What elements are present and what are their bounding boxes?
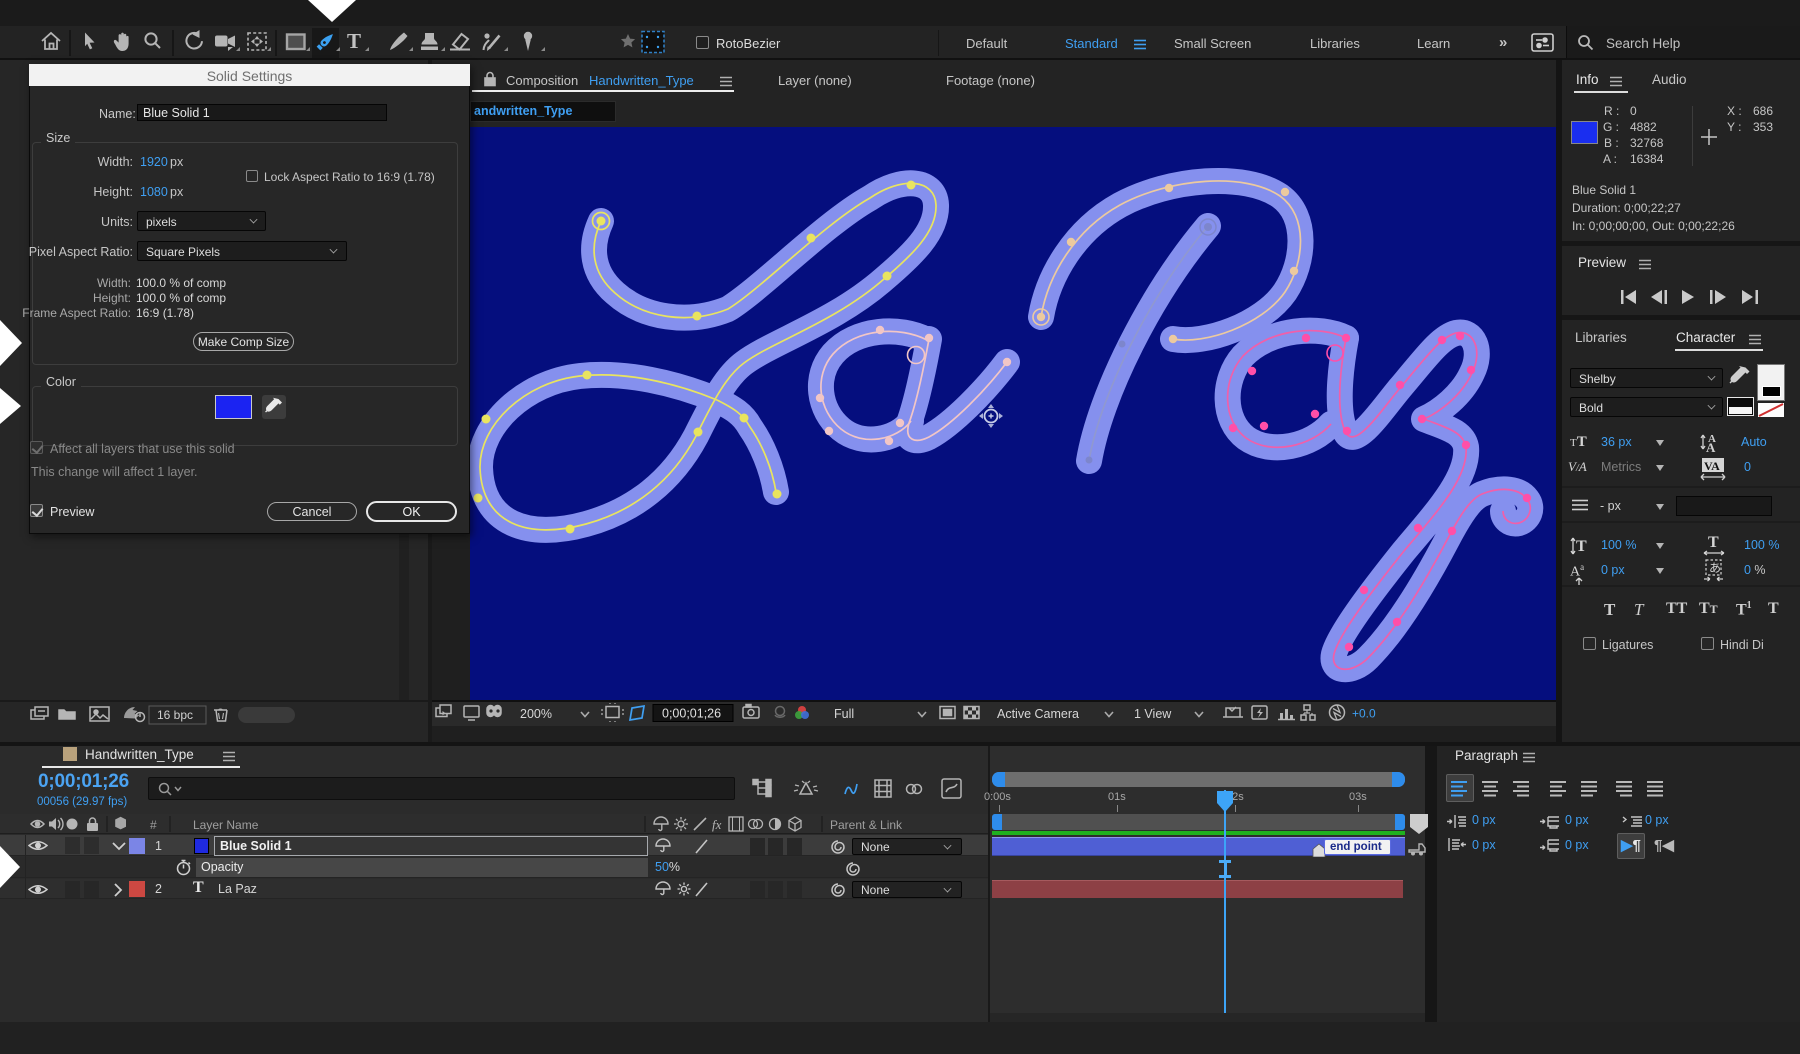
svg-text:T: T <box>1576 538 1587 555</box>
svg-text:0;00;01;26: 0;00;01;26 <box>662 707 721 721</box>
svg-text:T: T <box>347 29 361 53</box>
svg-text:T: T <box>1708 534 1719 551</box>
svg-text:+0.0: +0.0 <box>1352 707 1376 721</box>
svg-text:Parent & Link: Parent & Link <box>830 818 903 832</box>
svg-text:16 bpc: 16 bpc <box>157 708 193 722</box>
svg-text:あ: あ <box>1709 561 1721 575</box>
svg-text:1 View: 1 View <box>1134 707 1172 721</box>
svg-text:200%: 200% <box>520 707 552 721</box>
svg-text:A: A <box>1706 440 1716 454</box>
svg-text:Active Camera: Active Camera <box>997 707 1079 721</box>
svg-text:Full: Full <box>834 707 854 721</box>
svg-text:Layer Name: Layer Name <box>193 818 259 832</box>
svg-text:#: # <box>150 818 157 832</box>
svg-text:fx: fx <box>712 817 722 832</box>
